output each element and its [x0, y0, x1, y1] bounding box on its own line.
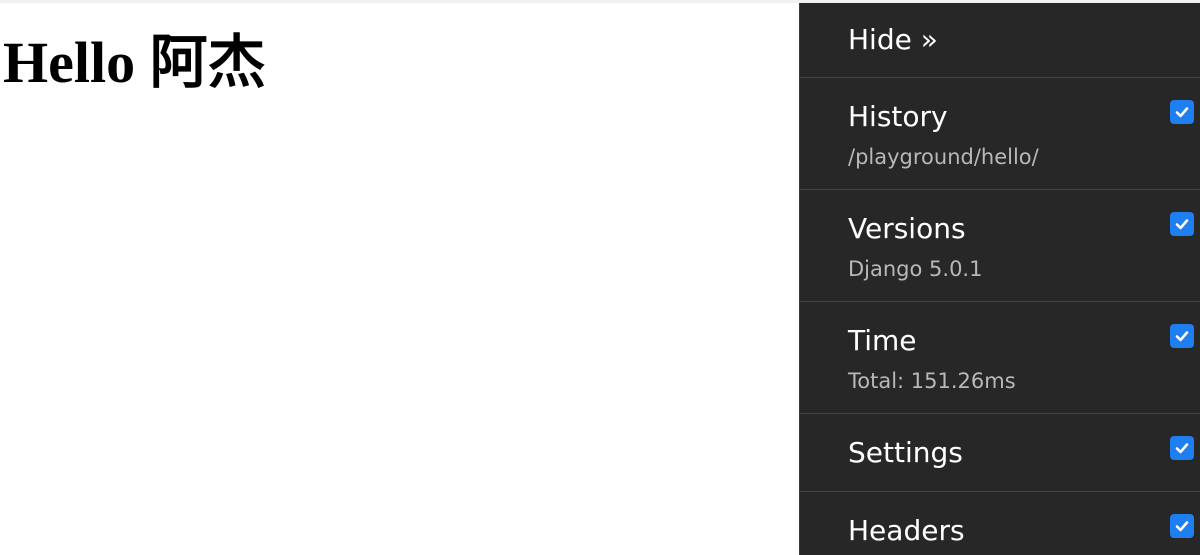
panel-settings-title[interactable]: Settings — [848, 436, 963, 470]
panel-settings[interactable]: Settings — [800, 414, 1200, 492]
panel-time-subtitle: Total: 151.26ms — [848, 369, 1016, 393]
panel-history-subtitle: /playground/hello/ — [848, 145, 1039, 169]
panel-versions-subtitle: Django 5.0.1 — [848, 257, 983, 281]
hide-toolbar-link[interactable]: Hide » — [848, 26, 938, 54]
toolbar-hide-row: Hide » — [800, 3, 1200, 78]
panel-history-title[interactable]: History — [848, 100, 948, 134]
panel-time-checkbox[interactable] — [1170, 324, 1194, 348]
debug-toolbar: Hide » History /playground/hello/ Versio… — [799, 3, 1200, 555]
panel-time-title[interactable]: Time — [848, 324, 917, 358]
checkmark-icon — [1175, 107, 1189, 118]
checkmark-icon — [1175, 331, 1189, 342]
panel-time[interactable]: Time Total: 151.26ms — [800, 302, 1200, 414]
page-heading: Hello 阿杰 — [3, 30, 266, 95]
panel-headers-title[interactable]: Headers — [848, 514, 965, 548]
panel-versions-checkbox[interactable] — [1170, 212, 1194, 236]
checkmark-icon — [1175, 219, 1189, 230]
panel-settings-checkbox[interactable] — [1170, 436, 1194, 460]
panel-headers[interactable]: Headers — [800, 492, 1200, 555]
panel-headers-checkbox[interactable] — [1170, 514, 1194, 538]
panel-versions[interactable]: Versions Django 5.0.1 — [800, 190, 1200, 302]
panel-history-checkbox[interactable] — [1170, 100, 1194, 124]
checkmark-icon — [1175, 521, 1189, 532]
checkmark-icon — [1175, 443, 1189, 454]
panel-versions-title[interactable]: Versions — [848, 212, 966, 246]
panel-history[interactable]: History /playground/hello/ — [800, 78, 1200, 190]
